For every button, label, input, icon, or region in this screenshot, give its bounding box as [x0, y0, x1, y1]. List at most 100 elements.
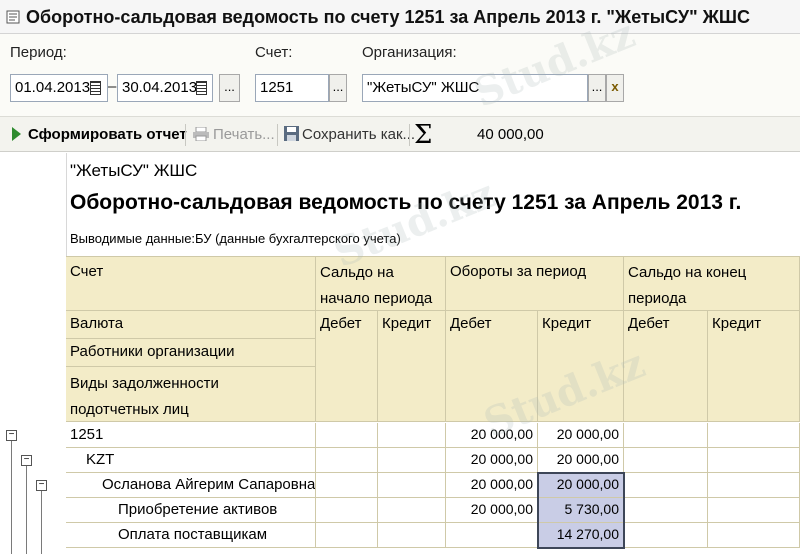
selection-outline	[537, 472, 625, 549]
header-debt-types: Виды задолженности подотчетных лиц	[66, 367, 316, 422]
header-account: Счет	[66, 256, 316, 311]
account-select-button[interactable]: ...	[329, 74, 347, 102]
row-label[interactable]: Осланова Айгерим Сапаровна	[66, 473, 316, 498]
row-label[interactable]: Приобретение активов	[66, 498, 316, 523]
calendar-icon[interactable]	[90, 81, 101, 95]
header-opening-line1: Сальдо на	[320, 264, 394, 281]
print-icon	[193, 127, 209, 141]
account-label: Счет:	[255, 44, 293, 61]
tree-line	[41, 485, 42, 554]
window-title: Оборотно-сальдовая ведомость по счету 12…	[26, 7, 750, 27]
row-cell	[378, 473, 446, 498]
row-cell	[378, 423, 446, 448]
header-turnover-text: Обороты за период	[450, 263, 587, 280]
header-employees-text: Работники организации	[70, 343, 235, 360]
tree-line	[11, 435, 12, 554]
header-closing-balance: Сальдо на конец периода	[624, 256, 800, 311]
header-credit-text: Кредит	[542, 315, 592, 332]
row-label[interactable]: KZT	[66, 448, 316, 473]
row-turnover-credit[interactable]: 20 000,00	[538, 423, 624, 448]
row-label[interactable]: 1251	[66, 423, 316, 448]
row-turnover-credit[interactable]: 20 000,00	[538, 448, 624, 473]
row-cell	[708, 423, 800, 448]
row-turnover-debit[interactable]: 20 000,00	[446, 448, 538, 473]
organization-label: Организация:	[362, 44, 457, 61]
row-label[interactable]: Оплата поставщикам	[66, 523, 316, 548]
print-button[interactable]: Печать...	[213, 126, 275, 143]
row-turnover-debit[interactable]	[446, 523, 538, 548]
organization-value: "ЖетыСУ" ЖШС	[367, 79, 480, 96]
organization-select-button[interactable]: ...	[588, 74, 606, 102]
report-sheet: "ЖетыСУ" ЖШС Оборотно-сальдовая ведомост…	[0, 153, 800, 554]
row-turnover-debit[interactable]: 20 000,00	[446, 498, 538, 523]
row-turnover-debit[interactable]: 20 000,00	[446, 423, 538, 448]
gutter-line	[66, 153, 67, 269]
header-credit-text: Кредит	[382, 315, 432, 332]
calendar-icon[interactable]	[196, 81, 207, 95]
header-debt-types-line2: подотчетных лиц	[70, 401, 189, 418]
toolbar-separator	[185, 124, 186, 146]
collapse-toggle[interactable]: −	[21, 455, 32, 466]
collapse-toggle[interactable]: −	[36, 480, 47, 491]
header-turnover-credit: Кредит	[538, 311, 624, 422]
organization-input[interactable]: "ЖетыСУ" ЖШС	[362, 74, 588, 102]
window-titlebar: Оборотно-сальдовая ведомость по счету 12…	[0, 0, 800, 34]
header-currency-text: Валюта	[70, 315, 124, 332]
account-input[interactable]: 1251	[255, 74, 329, 102]
report-icon	[6, 10, 20, 24]
row-cell	[316, 498, 378, 523]
header-debit-text: Дебет	[450, 315, 492, 332]
header-opening-credit: Кредит	[378, 311, 446, 422]
organization-clear-button[interactable]: x	[606, 74, 624, 102]
row-cell	[316, 423, 378, 448]
header-closing-line1: Сальдо на конец	[628, 264, 747, 281]
row-cell	[624, 523, 708, 548]
toolbar-separator	[277, 124, 278, 146]
row-cell	[708, 448, 800, 473]
account-value: 1251	[260, 79, 294, 96]
row-cell	[316, 448, 378, 473]
header-closing-debit: Дебет	[624, 311, 708, 422]
row-cell	[378, 498, 446, 523]
collapse-toggle[interactable]: −	[6, 430, 17, 441]
row-cell	[708, 473, 800, 498]
row-cell	[316, 473, 378, 498]
date-from-value: 01.04.2013	[15, 79, 91, 96]
header-account-text: Счет	[70, 263, 104, 280]
row-cell	[624, 423, 708, 448]
row-cell	[708, 523, 800, 548]
row-cell	[624, 448, 708, 473]
report-toolbar: Сформировать отчет Печать... Сохранить к…	[0, 116, 800, 152]
header-credit-text: Кредит	[712, 315, 762, 332]
header-debt-types-line1: Виды задолженности	[70, 375, 219, 392]
header-closing-line2: периода	[628, 290, 687, 307]
report-rows: − − − 1251 20 000,00 20 000,00 KZT 20 00…	[0, 423, 800, 554]
date-to-value: 30.04.2013	[122, 79, 198, 96]
sum-icon: Σ	[414, 120, 433, 150]
save-as-button[interactable]: Сохранить как...	[302, 126, 415, 143]
report-parameters: Период: 01.04.2013 – 30.04.2013 ... Счет…	[0, 34, 800, 116]
play-icon	[12, 127, 21, 141]
header-currency: Валюта	[66, 311, 316, 339]
header-opening-balance: Сальдо на начало периода	[316, 256, 446, 311]
report-organization: "ЖетыСУ" ЖШС	[70, 161, 198, 180]
toolbar-separator	[409, 124, 410, 146]
row-cell	[378, 523, 446, 548]
row-cell	[378, 448, 446, 473]
row-cell	[624, 498, 708, 523]
row-cell	[624, 473, 708, 498]
date-dash: –	[108, 78, 117, 95]
row-cell	[316, 523, 378, 548]
header-debit-text: Дебет	[628, 315, 670, 332]
report-title: Оборотно-сальдовая ведомость по счету 12…	[70, 191, 742, 214]
row-turnover-debit[interactable]: 20 000,00	[446, 473, 538, 498]
header-opening-line2: начало периода	[320, 290, 433, 307]
header-opening-debit: Дебет	[316, 311, 378, 422]
row-cell	[708, 498, 800, 523]
selection-sum: 40 000,00	[477, 126, 544, 143]
generate-report-button[interactable]: Сформировать отчет	[28, 126, 187, 143]
period-label: Период:	[10, 44, 67, 61]
period-select-button[interactable]: ...	[219, 74, 240, 102]
tree-line	[26, 460, 27, 554]
header-turnover-debit: Дебет	[446, 311, 538, 422]
